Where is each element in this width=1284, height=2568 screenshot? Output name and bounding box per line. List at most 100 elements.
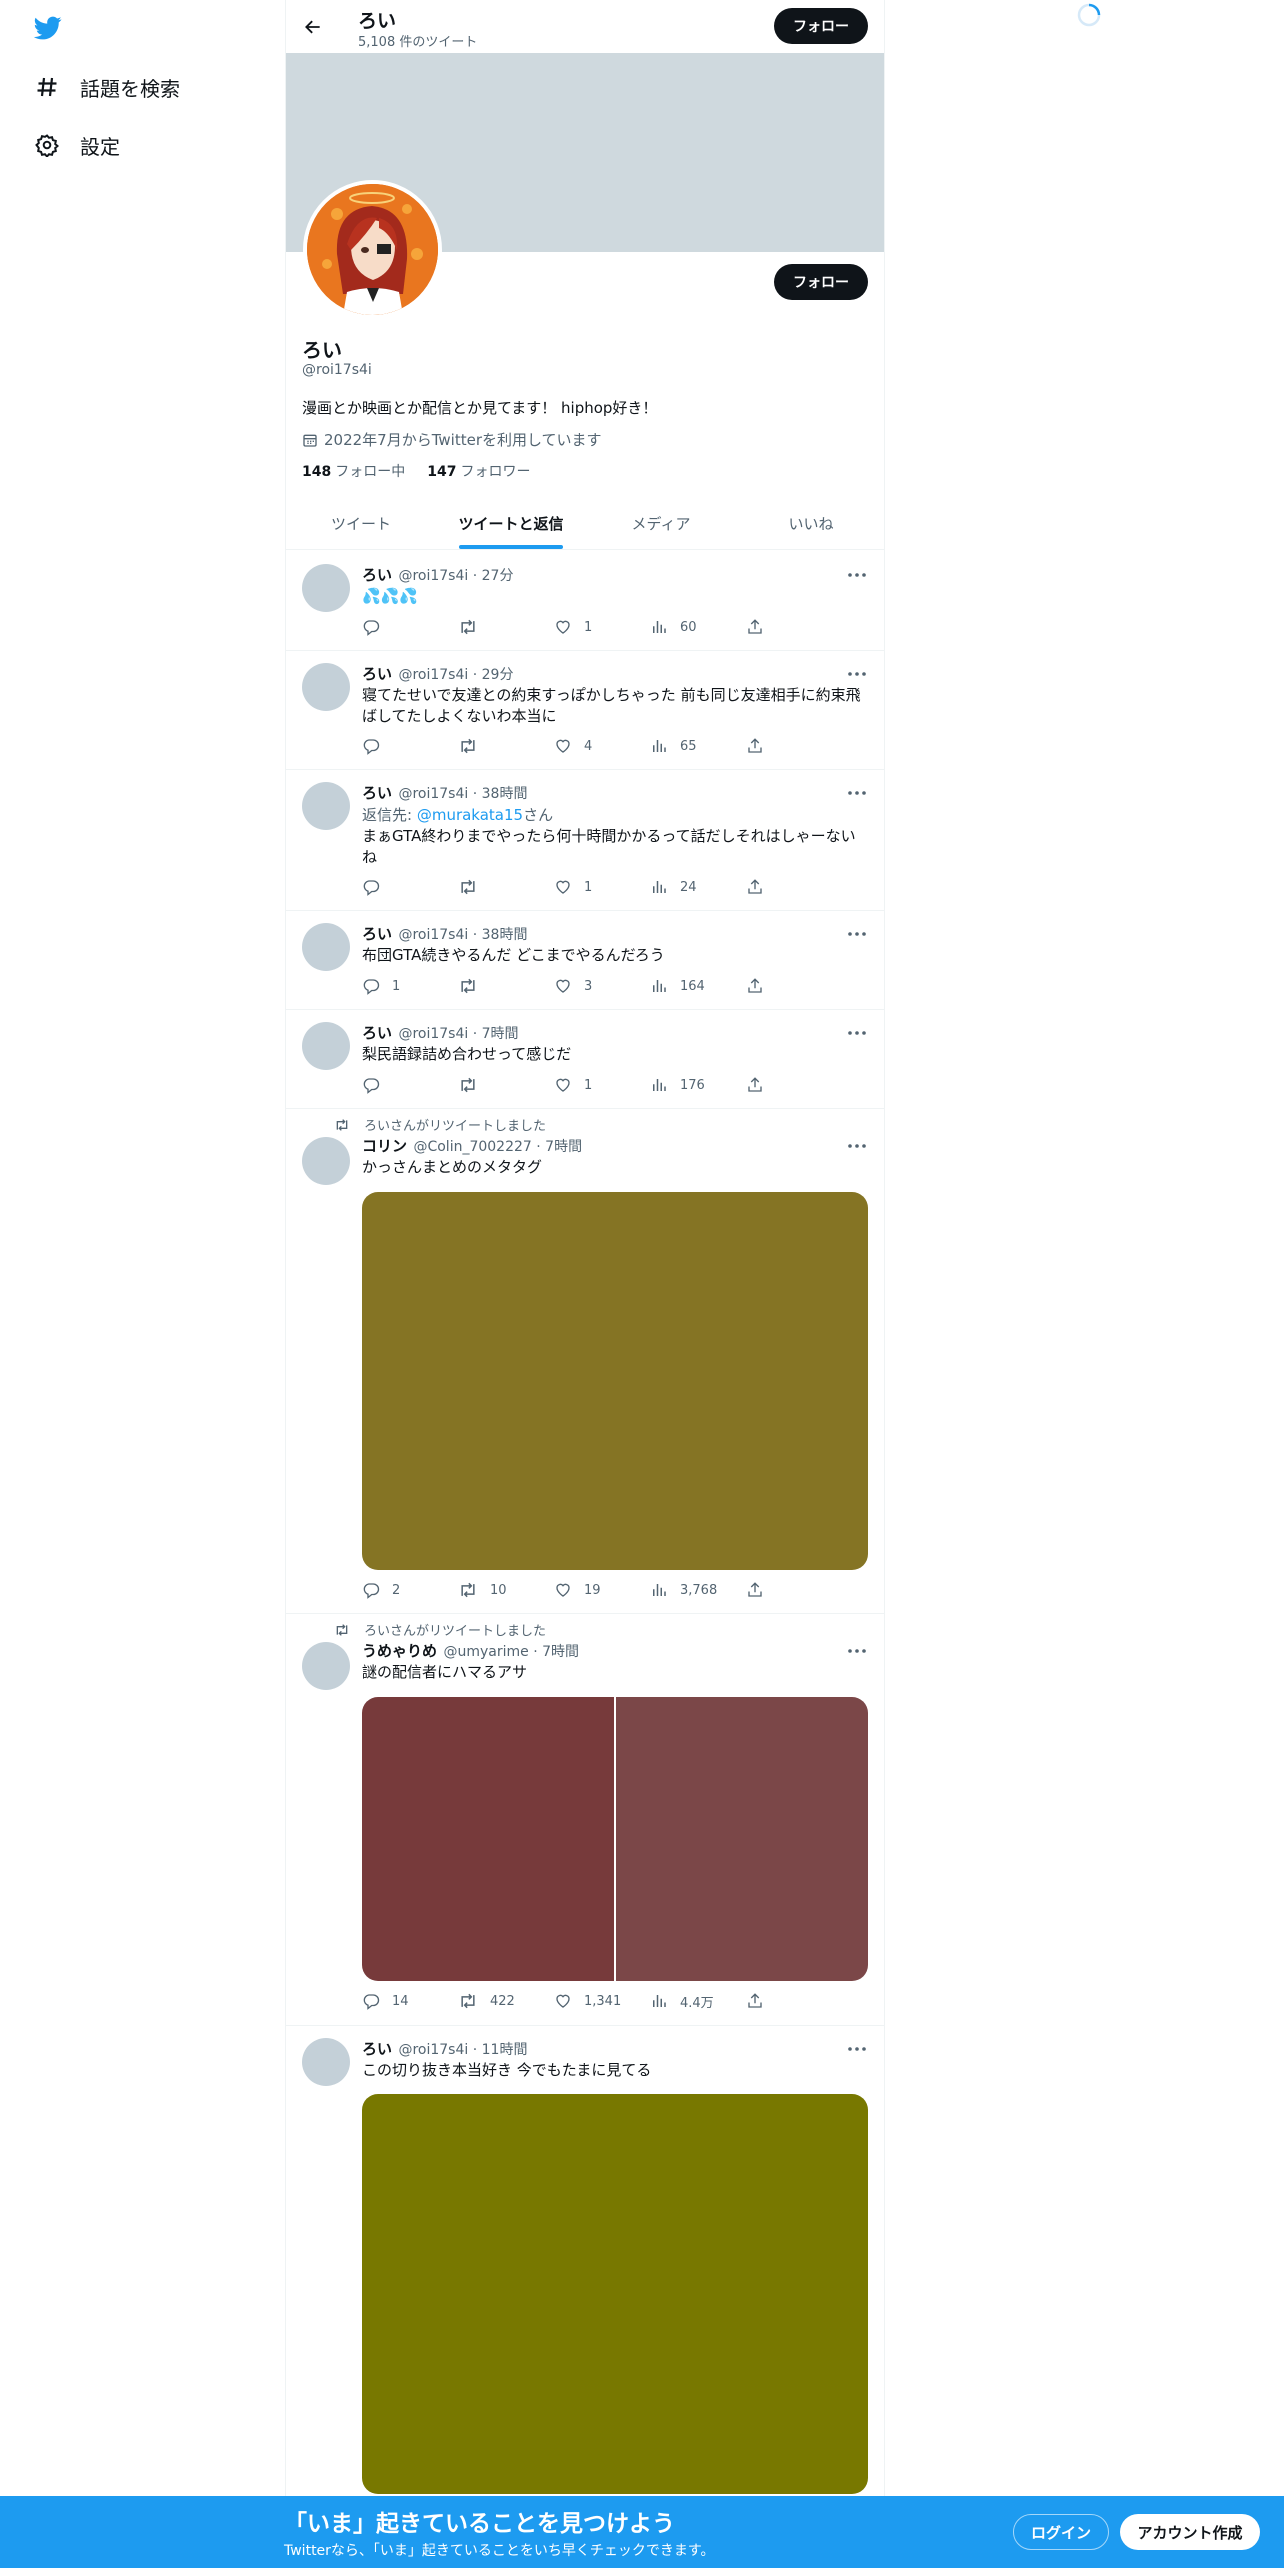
tweet-handle[interactable]: @roi17s4i — [398, 786, 468, 802]
avatar[interactable] — [302, 1022, 350, 1070]
retweet-button[interactable]: 10 — [458, 1580, 554, 1600]
twitter-bird-icon[interactable] — [32, 14, 64, 44]
tweet-handle[interactable]: @roi17s4i — [398, 568, 468, 584]
avatar[interactable] — [302, 663, 350, 711]
tweet-time[interactable]: 38時間 — [482, 927, 528, 943]
more-icon[interactable] — [846, 1640, 868, 1662]
share-button[interactable] — [746, 617, 766, 637]
reply-button[interactable]: 14 — [362, 1991, 458, 2011]
share-button[interactable] — [746, 736, 766, 756]
tweet[interactable]: ろい @roi17s4i · 38時間 返信先: @murakata15さん ま… — [286, 770, 884, 911]
avatar[interactable] — [302, 564, 350, 612]
profile-follow-button[interactable]: フォロー — [774, 264, 868, 300]
tweet[interactable]: ろい @roi17s4i · 29分 寝てたせいで友達との約束すっぽかしちゃった… — [286, 651, 884, 770]
tweet-handle[interactable]: @umyarime — [443, 1644, 528, 1660]
login-button[interactable]: ログイン — [1013, 2514, 1109, 2550]
tweet-time[interactable]: 29分 — [482, 667, 514, 683]
tweet[interactable]: ろい @roi17s4i · 27分 💦💦💦 1 60 — [286, 552, 884, 651]
tab-tweets[interactable]: ツイート — [286, 498, 436, 549]
followers-link[interactable]: 147 フォロワー — [427, 461, 530, 481]
reply-button[interactable] — [362, 1075, 458, 1095]
like-button[interactable]: 1 — [554, 1075, 650, 1095]
more-icon[interactable] — [846, 923, 868, 945]
more-icon[interactable] — [846, 782, 868, 804]
tweet[interactable]: ろい @roi17s4i · 38時間 布団GTA続きやるんだ どこまでやるんだ… — [286, 911, 884, 1010]
more-icon[interactable] — [846, 663, 868, 685]
views-button[interactable]: 164 — [650, 976, 746, 996]
avatar[interactable] — [302, 782, 350, 830]
tweet[interactable]: ろい @roi17s4i · 7時間 梨民語録詰め合わせって感じだ 1 176 — [286, 1010, 884, 1109]
tweet-time[interactable]: 38時間 — [482, 786, 528, 802]
tweet-author-name[interactable]: ろい — [362, 784, 392, 802]
tweet-time[interactable]: 11時間 — [482, 2042, 528, 2058]
like-button[interactable]: 1 — [554, 617, 650, 637]
tweet[interactable]: ろい @roi17s4i · 11時間 この切り抜き本当好き 今でもたまに見てる — [286, 2026, 884, 2494]
tweet-time[interactable]: 7時間 — [482, 1026, 519, 1042]
more-icon[interactable] — [846, 2038, 868, 2060]
reply-button[interactable]: 1 — [362, 976, 458, 996]
views-button[interactable]: 3,768 — [650, 1580, 746, 1600]
tweet-handle[interactable]: @roi17s4i — [398, 667, 468, 683]
tweet-media-image[interactable] — [362, 2094, 868, 2494]
views-button[interactable]: 24 — [650, 877, 746, 897]
following-link[interactable]: 148 フォロー中 — [302, 461, 405, 481]
retweet-button[interactable] — [458, 877, 554, 897]
avatar[interactable] — [302, 923, 350, 971]
tweet-time[interactable]: 7時間 — [542, 1644, 579, 1660]
like-button[interactable]: 3 — [554, 976, 650, 996]
avatar[interactable] — [302, 1642, 350, 1690]
sidebar-item-explore[interactable]: 話題を検索 — [32, 67, 180, 107]
tweet-author-name[interactable]: ろい — [362, 566, 392, 584]
reply-button[interactable] — [362, 617, 458, 637]
tab-tweets-and-replies[interactable]: ツイートと返信 — [436, 498, 586, 549]
views-button[interactable]: 4.4万 — [650, 1991, 746, 2011]
avatar[interactable] — [302, 1137, 350, 1185]
tweet-time[interactable]: 27分 — [482, 568, 514, 584]
tab-media[interactable]: メディア — [586, 498, 736, 549]
views-button[interactable]: 65 — [650, 736, 746, 756]
like-button[interactable]: 4 — [554, 736, 650, 756]
reply-to-handle[interactable]: @murakata15 — [417, 806, 523, 824]
more-icon[interactable] — [846, 1135, 868, 1157]
reply-button[interactable] — [362, 736, 458, 756]
avatar[interactable] — [302, 2038, 350, 2086]
like-button[interactable]: 19 — [554, 1580, 650, 1600]
views-button[interactable]: 60 — [650, 617, 746, 637]
tweet[interactable]: ろいさんがリツイートしました うめゃりめ @umyarime · 7時間 謎の配… — [286, 1614, 884, 2026]
tweet-media-image[interactable] — [362, 1192, 868, 1570]
tweet-author-name[interactable]: ろい — [362, 665, 392, 683]
like-button[interactable]: 1 — [554, 877, 650, 897]
tweet-handle[interactable]: @roi17s4i — [398, 1026, 468, 1042]
tweet-author-name[interactable]: コリン — [362, 1137, 407, 1155]
share-button[interactable] — [746, 1075, 766, 1095]
more-icon[interactable] — [846, 564, 868, 586]
reply-button[interactable] — [362, 877, 458, 897]
tweet-author-name[interactable]: ろい — [362, 925, 392, 943]
signup-button[interactable]: アカウント作成 — [1120, 2514, 1260, 2550]
retweet-button[interactable] — [458, 1075, 554, 1095]
retweet-button[interactable] — [458, 617, 554, 637]
sidebar-item-settings[interactable]: 設定 — [32, 125, 120, 165]
tweet-author-name[interactable]: ろい — [362, 1024, 392, 1042]
share-button[interactable] — [746, 1991, 766, 2011]
tweet-handle[interactable]: @Colin_7002227 — [413, 1139, 531, 1155]
share-button[interactable] — [746, 976, 766, 996]
more-icon[interactable] — [846, 1022, 868, 1044]
share-button[interactable] — [746, 1580, 766, 1600]
tweet-media-image[interactable] — [616, 1697, 868, 1981]
reply-button[interactable]: 2 — [362, 1580, 458, 1600]
share-button[interactable] — [746, 877, 766, 897]
tweet-media-image[interactable] — [362, 1697, 614, 1981]
tweet-handle[interactable]: @roi17s4i — [398, 2042, 468, 2058]
tab-likes[interactable]: いいね — [736, 498, 884, 549]
tweet-author-name[interactable]: ろい — [362, 2040, 392, 2058]
tweet-author-name[interactable]: うめゃりめ — [362, 1642, 437, 1660]
retweet-button[interactable]: 422 — [458, 1991, 554, 2011]
back-arrow-icon[interactable] — [300, 14, 326, 40]
tweet-handle[interactable]: @roi17s4i — [398, 927, 468, 943]
tweet-time[interactable]: 7時間 — [545, 1139, 582, 1155]
like-button[interactable]: 1,341 — [554, 1991, 650, 2011]
retweet-button[interactable] — [458, 736, 554, 756]
retweet-button[interactable] — [458, 976, 554, 996]
tweet[interactable]: ろいさんがリツイートしました コリン @Colin_7002227 · 7時間 … — [286, 1109, 884, 1614]
